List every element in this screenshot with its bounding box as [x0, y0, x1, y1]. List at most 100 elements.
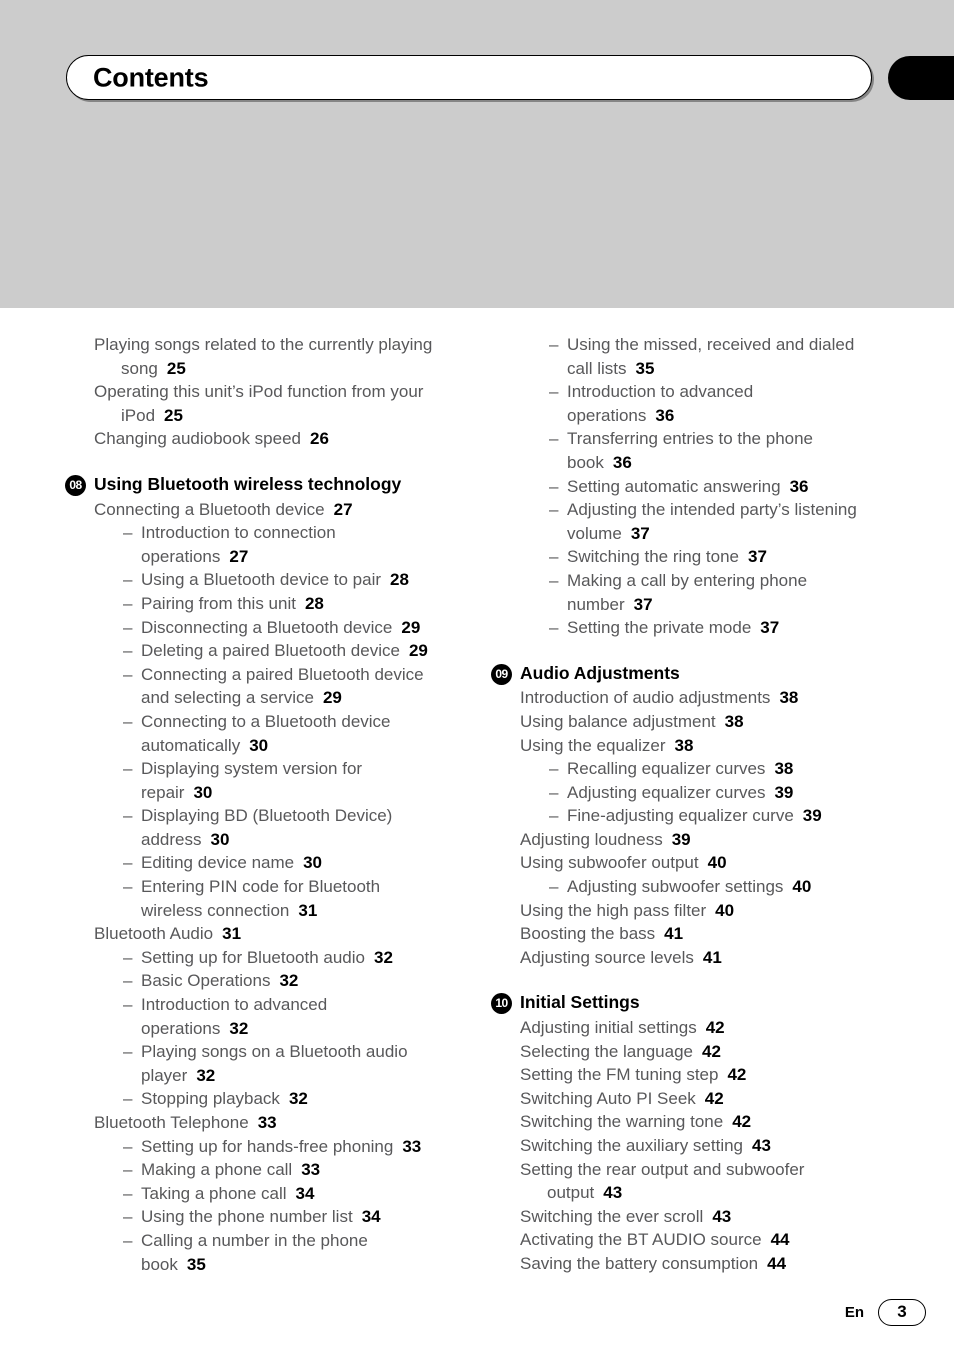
toc-entry-text: call lists 35	[567, 358, 655, 378]
toc-entry[interactable]: – Fine-adjusting equalizer curve 39	[520, 804, 905, 828]
toc-entry[interactable]: – Calling a number in the phone book 35	[94, 1229, 479, 1276]
toc-entry[interactable]: Using subwoofer output 40	[520, 851, 905, 875]
toc-entry[interactable]: Setting the FM tuning step 42	[520, 1063, 905, 1087]
page-title-box: Contents	[66, 55, 872, 100]
toc-entry[interactable]: Connecting a Bluetooth device 27	[94, 498, 479, 522]
toc-entry[interactable]: Operating this unit’s iPod function from…	[94, 380, 479, 427]
toc-entry[interactable]: Saving the battery consumption 44	[520, 1252, 905, 1276]
toc-page-number: 40	[715, 900, 735, 920]
toc-entry-text: Displaying system version for	[141, 759, 363, 779]
toc-entry[interactable]: – Taking a phone call 34	[94, 1182, 479, 1206]
toc-entry[interactable]: – Setting automatic answering 36	[520, 475, 905, 499]
toc-entry[interactable]: Selecting the language 42	[520, 1040, 905, 1064]
toc-page-number: 44	[767, 1253, 787, 1273]
chapter-number-badge-icon: 10	[491, 993, 512, 1015]
bullet-dash-icon: –	[549, 335, 559, 354]
toc-entry-text: Boosting the bass	[520, 924, 656, 944]
toc-entry-text: operations 36	[567, 405, 675, 425]
toc-entry[interactable]: Using the equalizer 38	[520, 734, 905, 758]
toc-entry[interactable]: – Entering PIN code for Bluetooth wireless…	[94, 875, 479, 922]
bullet-dash-icon: –	[123, 1207, 133, 1227]
toc-entry[interactable]: – Setting up for hands-free phoning 33	[94, 1135, 479, 1159]
toc-entry[interactable]: – Making a call by entering phone number 37	[520, 569, 905, 616]
toc-entry[interactable]: – Stopping playback 32	[94, 1087, 479, 1111]
toc-page-number: 36	[655, 405, 675, 425]
toc-entry-text: Selecting the language	[520, 1041, 693, 1061]
toc-page-number: 42	[704, 1088, 724, 1108]
toc-entry[interactable]: – Using the missed, received and dialed ca…	[520, 333, 905, 380]
toc-entry[interactable]: – Adjusting subwoofer settings 40	[520, 875, 905, 899]
toc-entry[interactable]: Introduction of audio adjustments 38	[520, 686, 905, 710]
toc-entry[interactable]: – Introduction to advanced operations 36	[520, 380, 905, 427]
toc-entry[interactable]: Setting the rear output and subwoofer out…	[520, 1158, 905, 1205]
toc-entry[interactable]: Switching the ever scroll 43	[520, 1205, 905, 1229]
toc-entry-text: Using subwoofer output	[520, 853, 699, 873]
toc-entry-text: Adjusting subwoofer settings	[567, 877, 784, 897]
toc-page-number: 29	[408, 641, 428, 661]
toc-entry[interactable]: – Adjusting equalizer curves 39	[520, 781, 905, 805]
toc-entry[interactable]: – Setting the private mode 37	[520, 616, 905, 640]
bullet-dash-icon: –	[123, 1230, 133, 1250]
toc-page-number: 32	[374, 947, 393, 967]
bullet-dash-icon: –	[549, 618, 559, 638]
toc-page-number: 37	[748, 547, 767, 567]
toc-entry[interactable]: – Using a Bluetooth device to pair 28	[94, 568, 479, 592]
bullet-dash-icon: –	[123, 1183, 133, 1203]
toc-entry[interactable]: – Disconnecting a Bluetooth device 29	[94, 616, 479, 640]
toc-entry[interactable]: Adjusting loudness 39	[520, 828, 905, 852]
toc-entry[interactable]: Bluetooth Telephone 33	[94, 1111, 479, 1135]
toc-entry-text: Editing device name	[141, 853, 295, 873]
bullet-dash-icon: –	[123, 1160, 133, 1180]
toc-entry-text: song 25	[121, 358, 186, 378]
toc-entry[interactable]: – Making a phone call 33	[94, 1158, 479, 1182]
toc-entry[interactable]: – Introduction to connection operations 27	[94, 521, 479, 568]
toc-entry[interactable]: – Using the phone number list 34	[94, 1205, 479, 1229]
toc-entry[interactable]: – Setting up for Bluetooth audio 32	[94, 946, 479, 970]
toc-page-number: 37	[633, 594, 653, 614]
toc-entry[interactable]: – Switching the ring tone 37	[520, 545, 905, 569]
toc-page-number: 30	[193, 782, 213, 802]
toc-entry[interactable]: Boosting the bass 41	[520, 922, 905, 946]
toc-entry-text: Switching the ever scroll	[520, 1206, 704, 1226]
toc-entry-text: Bluetooth Telephone	[94, 1113, 249, 1132]
bullet-dash-icon: –	[123, 995, 133, 1015]
toc-entry[interactable]: Adjusting initial settings 42	[520, 1016, 905, 1040]
toc-entry[interactable]: – Adjusting the intended party’s listenin…	[520, 498, 905, 545]
toc-entry[interactable]: Adjusting source levels 41	[520, 946, 905, 970]
toc-entry[interactable]: – Connecting a paired Bluetooth device and…	[94, 663, 479, 710]
toc-entry-text: Switching Auto PI Seek	[520, 1088, 696, 1108]
bullet-dash-icon: –	[549, 429, 559, 449]
toc-entry[interactable]: – Pairing from this unit 28	[94, 592, 479, 616]
toc-entry[interactable]: – Basic Operations 32	[94, 969, 479, 993]
toc-entry[interactable]: – Recalling equalizer curves 38	[520, 757, 905, 781]
toc-entry-text: Adjusting loudness	[520, 829, 663, 849]
toc-page-number: 39	[802, 806, 822, 826]
toc-entry-text: Entering PIN code for Bluetooth	[141, 877, 381, 897]
toc-entry[interactable]: Using the high pass filter 40	[520, 899, 905, 923]
toc-entry-text: automatically 30	[141, 735, 269, 755]
toc-entry[interactable]: – Introduction to advanced operations 32	[94, 993, 479, 1040]
toc-entry[interactable]: Activating the BT AUDIO source 44	[520, 1228, 905, 1252]
toc-entry[interactable]: Switching the warning tone 42	[520, 1110, 905, 1134]
toc-entry[interactable]: Changing audiobook speed 26	[94, 427, 479, 451]
toc-entry[interactable]: – Transferring entries to the phone book 36	[520, 427, 905, 474]
toc-entry[interactable]: Switching the auxiliary setting 43	[520, 1134, 905, 1158]
toc-page-number: 27	[229, 546, 249, 566]
toc-entry[interactable]: – Playing songs on a Bluetooth audio playe…	[94, 1040, 479, 1087]
toc-entry[interactable]: Bluetooth Audio 31	[94, 922, 479, 946]
toc-chapter-heading: 08 Using Bluetooth wireless technology	[65, 473, 479, 497]
toc-entry[interactable]: – Displaying BD (Bluetooth Device) address…	[94, 804, 479, 851]
toc-entry-text: Connecting a paired Bluetooth device	[141, 664, 424, 684]
toc-entry[interactable]: Switching Auto PI Seek 42	[520, 1087, 905, 1111]
toc-entry[interactable]: – Connecting to a Bluetooth device automat…	[94, 710, 479, 757]
toc-entry-text: book 35	[141, 1254, 206, 1274]
toc-entry[interactable]: – Deleting a paired Bluetooth device 29	[94, 639, 479, 663]
toc-page-number: 43	[752, 1136, 771, 1155]
toc-entry-text: Introduction to advanced	[567, 382, 754, 402]
toc-entry[interactable]: – Displaying system version for repair 30	[94, 757, 479, 804]
toc-entry[interactable]: Using balance adjustment 38	[520, 710, 905, 734]
toc-entry[interactable]: – Editing device name 30	[94, 851, 479, 875]
toc-entry[interactable]: Playing songs related to the currently p…	[94, 333, 479, 380]
toc-column-left: Playing songs related to the currently p…	[65, 333, 479, 1276]
toc-entry-text: Connecting a Bluetooth device	[94, 499, 325, 519]
